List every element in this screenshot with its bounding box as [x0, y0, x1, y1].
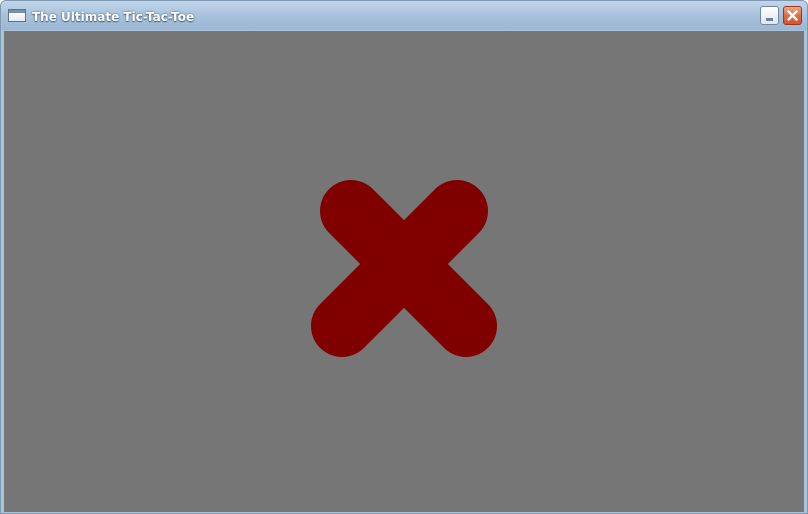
minimize-icon [766, 18, 773, 21]
app-window: The Ultimate Tic-Tac-Toe [0, 0, 808, 514]
window-title: The Ultimate Tic-Tac-Toe [32, 10, 195, 24]
close-button[interactable] [783, 6, 802, 25]
minimize-button[interactable] [760, 6, 779, 25]
game-canvas[interactable] [4, 31, 804, 512]
close-icon [787, 10, 798, 21]
window-app-icon[interactable] [8, 9, 26, 22]
x-mark [311, 180, 497, 357]
title-bar[interactable]: The Ultimate Tic-Tac-Toe [1, 1, 807, 30]
